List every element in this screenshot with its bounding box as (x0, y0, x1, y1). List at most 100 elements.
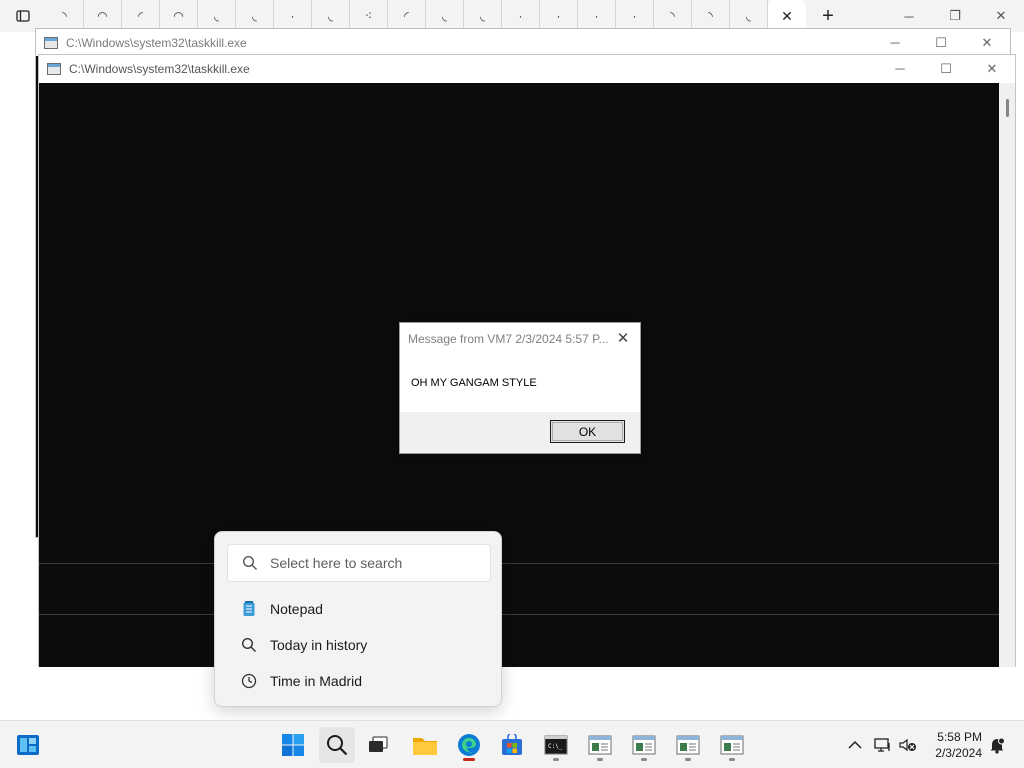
start-button[interactable] (275, 727, 311, 763)
svg-text:C:\_: C:\_ (548, 743, 563, 750)
loading-spinner-icon: ◟ (252, 9, 257, 23)
taskbar: C:\_ 5:58 PM 2/3/2024 (0, 720, 1024, 768)
store-button[interactable] (494, 727, 530, 763)
loading-spinner-icon: ◟ (480, 9, 485, 23)
loading-spinner-icon: · (290, 9, 295, 23)
back-maximize-button[interactable]: ☐ (918, 29, 964, 56)
file-explorer-button[interactable] (407, 727, 443, 763)
network-icon (874, 738, 890, 752)
console-window-button[interactable] (626, 727, 662, 763)
loading-spinner-icon: ◠ (173, 9, 184, 23)
speaker-muted-icon (899, 738, 916, 752)
network-status-button[interactable] (872, 721, 894, 768)
active-app-indicator (463, 758, 475, 761)
search-placeholder: Select here to search (270, 555, 403, 571)
console-divider (39, 614, 1000, 615)
running-app-indicator (597, 758, 603, 761)
edge-icon (458, 734, 480, 756)
widgets-icon (17, 735, 39, 755)
search-result-label: Notepad (270, 601, 323, 617)
loading-spinner-icon: ◠ (97, 9, 108, 23)
chevron-up-icon (848, 740, 862, 749)
terminal-icon: C:\_ (544, 735, 568, 755)
search-input[interactable]: Select here to search (227, 544, 491, 582)
loading-spinner-icon: ◝ (670, 9, 675, 23)
running-app-indicator (553, 758, 559, 761)
task-view-icon (369, 736, 388, 752)
search-icon (242, 555, 257, 570)
search-result-today-in-history[interactable]: Today in history (241, 630, 367, 660)
front-maximize-button[interactable]: ☐ (923, 55, 969, 82)
volume-muted-button[interactable] (897, 721, 919, 768)
search-result-label: Time in Madrid (270, 673, 363, 689)
search-result-notepad[interactable]: Notepad (241, 594, 323, 624)
console-app-icon (44, 36, 58, 49)
close-tab-button[interactable]: ✕ (779, 8, 795, 24)
console-window-button[interactable] (714, 727, 750, 763)
back-window-titlebar[interactable]: C:\Windows\system32\taskkill.exe ─ ☐ ✕ (36, 29, 1010, 56)
task-view-button[interactable] (360, 727, 396, 763)
loading-spinner-icon: · (594, 9, 599, 23)
loading-spinner-icon: ◝ (708, 9, 713, 23)
running-app-indicator (641, 758, 647, 761)
front-window-titlebar[interactable]: C:\Windows\system32\taskkill.exe ─ ☐ ✕ (39, 55, 1015, 83)
search-result-label: Today in history (270, 637, 368, 653)
loading-spinner-icon: ◜ (404, 9, 409, 23)
folder-icon (413, 738, 437, 755)
store-icon (502, 734, 522, 755)
notepad-icon (241, 601, 257, 617)
dialog-title: Message from VM7 2/3/2024 5:57 P... (408, 331, 609, 346)
console-window-button[interactable] (670, 727, 706, 763)
loading-spinner-icon: ◟ (214, 9, 219, 23)
terminal-button[interactable]: C:\_ (538, 727, 574, 763)
message-dialog: Message from VM7 2/3/2024 5:57 P... ✕ OH… (399, 322, 641, 454)
front-minimize-button[interactable]: ─ (877, 55, 923, 82)
notifications-button[interactable] (986, 721, 1008, 768)
loading-spinner-icon: ◝ (62, 9, 67, 23)
show-hidden-icons-button[interactable] (842, 721, 868, 768)
tab-actions-icon (16, 10, 30, 22)
back-window-title: C:\Windows\system32\taskkill.exe (66, 35, 247, 50)
front-close-button[interactable]: ✕ (969, 55, 1015, 82)
console-window-icon (632, 735, 656, 755)
loading-spinner-icon: · (518, 9, 523, 23)
search-flyout: Select here to search Notepad Today in h… (214, 531, 502, 707)
edge-button[interactable] (451, 727, 487, 763)
widgets-button[interactable] (10, 727, 46, 763)
vertical-scrollbar[interactable] (999, 83, 1015, 667)
console-window-icon (676, 735, 700, 755)
console-divider (39, 563, 1000, 564)
clock-icon (241, 673, 257, 689)
ok-button[interactable]: OK (550, 420, 625, 443)
scrollbar-thumb[interactable] (1006, 99, 1009, 117)
search-icon (241, 637, 257, 653)
back-minimize-button[interactable]: ─ (872, 29, 918, 56)
front-window-title: C:\Windows\system32\taskkill.exe (69, 62, 250, 76)
back-close-button[interactable]: ✕ (964, 29, 1010, 56)
dialog-message: OH MY GANGAM STYLE (411, 377, 537, 389)
dialog-body: OH MY GANGAM STYLE (400, 354, 640, 412)
running-app-indicator (729, 758, 735, 761)
loading-spinner-icon: · (556, 9, 561, 23)
loading-spinner-icon: ⁖ (364, 9, 373, 23)
loading-spinner-icon: ◜ (138, 9, 143, 23)
loading-spinner-icon: ◟ (328, 9, 333, 23)
taskbar-clock[interactable]: 5:58 PM 2/3/2024 (935, 729, 982, 761)
console-window-button[interactable] (582, 727, 618, 763)
search-icon (327, 735, 348, 756)
clock-time: 5:58 PM (937, 730, 982, 744)
dialog-titlebar[interactable]: Message from VM7 2/3/2024 5:57 P... ✕ (400, 323, 640, 354)
loading-spinner-icon: ◟ (442, 9, 447, 23)
notification-bell-icon (990, 737, 1005, 754)
console-window-icon (588, 735, 612, 755)
search-taskbar-button[interactable] (319, 727, 355, 763)
loading-spinner-icon: · (632, 9, 637, 23)
console-app-icon (47, 63, 61, 75)
windows-start-icon (282, 734, 304, 756)
loading-spinner-icon: ◟ (746, 9, 751, 23)
clock-date: 2/3/2024 (935, 746, 982, 760)
dialog-close-button[interactable]: ✕ (614, 329, 632, 347)
console-window-icon (720, 735, 744, 755)
running-app-indicator (685, 758, 691, 761)
search-result-time-in-madrid[interactable]: Time in Madrid (241, 666, 362, 696)
